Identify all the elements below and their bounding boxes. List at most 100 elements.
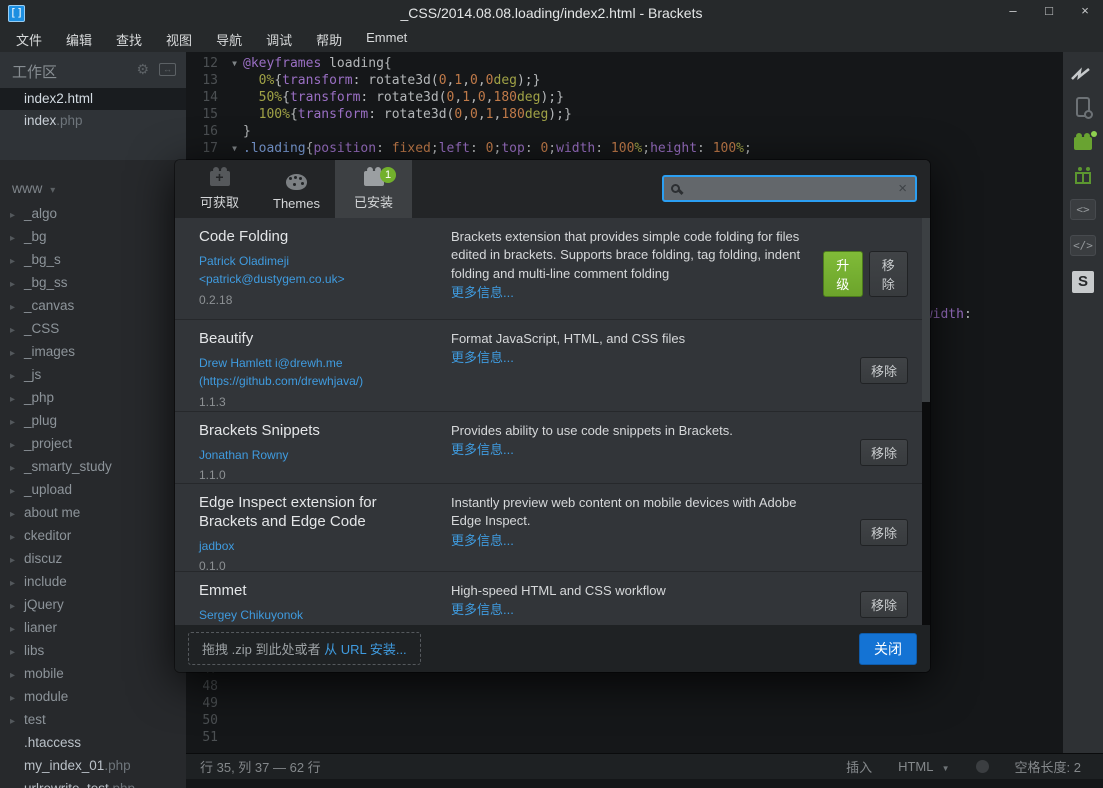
split-view-icon[interactable]: ↔ [159,63,176,76]
sidebar-folder-item[interactable]: ▸_CSS [0,317,186,340]
minimize-button[interactable]: – [1005,3,1021,18]
insert-mode-indicator[interactable]: 插入 [846,757,872,776]
sidebar-folder-item[interactable]: ▸_php [0,386,186,409]
sidebar-folder-item[interactable]: ▸mobile [0,662,186,685]
extension-author-link[interactable]: Patrick Oladimeji <patrick@dustygem.co.u… [199,252,437,289]
extension-author-link[interactable]: Jonathan Rowny [199,446,437,465]
menu-item[interactable]: 查找 [110,27,148,52]
scrollbar-thumb[interactable] [922,218,930,402]
gear-icon[interactable]: ⚙ [136,61,149,78]
upgrade-button[interactable]: 升级 [823,251,863,297]
zip-dropzone[interactable]: 拖拽 .zip 到此处或者 从 URL 安装... [188,632,421,665]
close-window-button[interactable]: × [1077,3,1093,18]
working-file-item[interactable]: index2.html [0,88,186,110]
menu-item[interactable]: 编辑 [60,27,98,52]
tree-arrow-icon: ▸ [10,480,24,503]
sidebar-folder-item[interactable]: ▸discuz [0,547,186,570]
sidebar-file-item[interactable]: .htaccess [0,731,186,754]
menu-item[interactable]: 帮助 [310,27,348,52]
more-info-link[interactable]: 更多信息... [451,349,823,367]
tab-available[interactable]: 可获取 [181,160,258,218]
code-angle-icon[interactable]: <> [1070,199,1096,220]
tree-arrow-icon: ▸ [10,641,24,664]
remove-button[interactable]: 移除 [860,591,908,618]
tab-installed[interactable]: 已安装1 [335,160,412,218]
sidebar-folder-item[interactable]: ▸_upload [0,478,186,501]
more-info-link[interactable]: 更多信息... [451,441,823,459]
project-root[interactable]: www ▾ [0,174,186,202]
menu-item[interactable]: 导航 [210,27,248,52]
remove-button[interactable]: 移除 [860,357,908,384]
extension-author-link[interactable]: Sergey Chikuyonok <serge.che@gmail.com> [199,606,437,625]
sidebar-folder-item[interactable]: ▸jQuery [0,593,186,616]
sidebar-folder-item[interactable]: ▸libs [0,639,186,662]
sidebar-file-item[interactable]: my_index_01.php [0,754,186,777]
maximize-button[interactable]: □ [1041,3,1057,18]
live-preview-icon[interactable] [1070,66,1096,82]
sidebar-folder-item[interactable]: ▸_images [0,340,186,363]
sidebar-folder-item[interactable]: ▸_bg_s [0,248,186,271]
tab-themes[interactable]: Themes [258,160,335,218]
sidebar-folder-item[interactable]: ▸_bg [0,225,186,248]
menu-item[interactable]: 文件 [10,27,48,52]
folder-name: ckeditor [24,528,71,543]
file-name: urlrewrite_test [24,781,109,788]
sidebar-folder-item[interactable]: ▸_bg_ss [0,271,186,294]
s-badge-icon[interactable]: S [1072,271,1094,293]
menu-item[interactable]: Emmet [360,27,413,52]
menu-item[interactable]: 视图 [160,27,198,52]
tab-label: 已安装 [354,192,393,211]
more-info-link[interactable]: 更多信息... [451,532,823,550]
sidebar-folder-item[interactable]: ▸include [0,570,186,593]
extension-author-link[interactable]: jadbox [199,537,437,556]
close-dialog-button[interactable]: 关闭 [859,633,917,665]
install-from-url-link[interactable]: 从 URL 安装... [324,642,407,657]
line-number: 14 [186,89,226,106]
lint-status-icon[interactable] [976,760,989,773]
sidebar-folder-item[interactable]: ▸_js [0,363,186,386]
sidebar-file-item[interactable]: urlrewrite_test.php [0,777,186,788]
sidebar-folder-item[interactable]: ▸ckeditor [0,524,186,547]
folder-name: _php [24,390,54,405]
sidebar-folder-item[interactable]: ▸_algo [0,202,186,225]
tree-arrow-icon: ▸ [10,687,24,710]
menu-item[interactable]: 调试 [260,27,298,52]
chevron-down-icon: ▼ [942,764,950,773]
sidebar-folder-item[interactable]: ▸lianer [0,616,186,639]
list-scrollbar[interactable] [922,218,930,625]
extension-title: Beautify [199,330,437,349]
extension-manager-icon[interactable] [1074,137,1092,150]
dropzone-text: 拖拽 .zip 到此处或者 [202,642,324,657]
remove-button[interactable]: 移除 [860,519,908,546]
folder-name: _CSS [24,321,59,336]
folder-name: discuz [24,551,62,566]
language-selector[interactable]: HTML ▼ [898,759,949,774]
code-slash-icon[interactable]: </> [1070,235,1096,256]
extension-version: 1.1.0 [199,468,437,482]
sidebar-folder-item[interactable]: ▸_project [0,432,186,455]
remove-button[interactable]: 移除 [860,439,908,466]
search-input[interactable] [680,181,898,196]
snippets-gift-icon[interactable] [1075,172,1091,184]
line-number: 16 [186,123,226,140]
line-number: 13 [186,72,226,89]
clear-search-icon[interactable]: × [898,180,907,197]
line-number: 51 [186,729,226,746]
more-info-link[interactable]: 更多信息... [451,284,823,302]
extension-version: 0.1.0 [199,559,437,572]
extension-author-link[interactable]: (https://github.com/drewhjava/) [199,372,437,391]
cursor-position[interactable]: 行 35, 列 37 — 62 行 [200,757,321,776]
remove-button[interactable]: 移除 [869,251,909,297]
sidebar-folder-item[interactable]: ▸_canvas [0,294,186,317]
sidebar-folder-item[interactable]: ▸test [0,708,186,731]
extension-author-link[interactable]: Drew Hamlett i@drewh.me [199,354,437,373]
edge-inspect-icon[interactable] [1076,97,1090,117]
sidebar-folder-item[interactable]: ▸module [0,685,186,708]
sidebar-folder-item[interactable]: ▸_plug [0,409,186,432]
sidebar-folder-item[interactable]: ▸about me [0,501,186,524]
spaces-setting[interactable]: 空格长度: 2 [1015,757,1081,776]
sidebar-folder-item[interactable]: ▸_smarty_study [0,455,186,478]
more-info-link[interactable]: 更多信息... [451,601,823,619]
working-file-item[interactable]: index.php [0,110,186,132]
file-extension: .php [56,113,82,128]
